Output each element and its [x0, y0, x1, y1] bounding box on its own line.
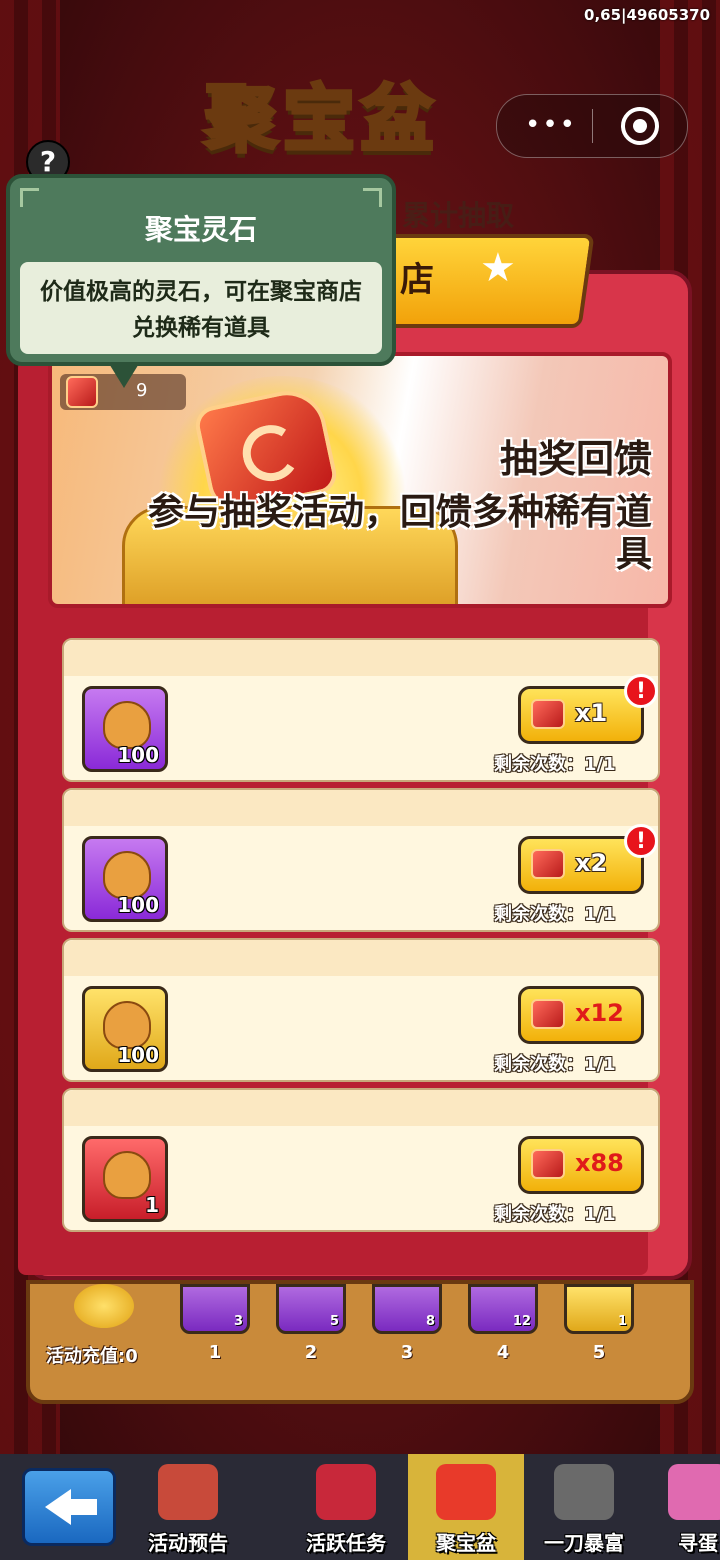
- buy-cost: x12: [575, 999, 624, 1027]
- tooltip-corner-decoration: [363, 188, 382, 207]
- nav-label: 寻蛋: [678, 1531, 718, 1555]
- item-count: 100: [117, 1043, 159, 1067]
- milestone-reward[interactable]: 8: [372, 1284, 442, 1334]
- bottom-nav: 活动预告 活跃任务 聚宝盆 一刀暴富 寻蛋: [0, 1454, 720, 1560]
- nav-label: 聚宝盆: [436, 1531, 496, 1555]
- buy-button[interactable]: x12: [518, 986, 644, 1044]
- milestone-count: 12: [512, 1314, 531, 1329]
- mini-program-capsule: •••: [496, 94, 688, 158]
- milestone-number: 3: [400, 1342, 414, 1363]
- nav-label: 一刀暴富: [544, 1531, 624, 1555]
- spirit-stone-icon: [531, 1149, 565, 1179]
- nav-label: 活动预告: [148, 1531, 228, 1555]
- alert-badge-icon: !: [624, 674, 658, 708]
- back-arrow-icon: [45, 1489, 71, 1525]
- row-header: [64, 940, 658, 976]
- milestone-count: 5: [329, 1314, 339, 1329]
- buy-cost: x88: [575, 1149, 624, 1177]
- calendar-icon: [158, 1464, 218, 1520]
- banner-description: 参与抽奖活动，回馈多种稀有道具: [147, 492, 652, 575]
- milestone-reward[interactable]: 12: [468, 1284, 538, 1334]
- milestone-number: 5: [592, 1342, 606, 1363]
- buy-cost: x2: [575, 849, 608, 877]
- recharge-label: 活动充值:0: [46, 1346, 138, 1367]
- milestone-reward[interactable]: 3: [180, 1284, 250, 1334]
- tooltip-body: 价值极高的灵石，可在聚宝商店兑换稀有道具: [20, 262, 382, 354]
- nav-item[interactable]: 活跃任务: [288, 1454, 404, 1560]
- money-bag-icon: [103, 701, 151, 749]
- spirit-stone-icon: [66, 376, 98, 408]
- tooltip-corner-decoration: [20, 188, 39, 207]
- shop-item-row: 100 x12 剩余次数：1/1: [62, 938, 660, 1082]
- spirit-stone-icon: [531, 999, 565, 1029]
- nav-label: 活跃任务: [306, 1531, 386, 1555]
- milestone-number: 4: [496, 1342, 510, 1363]
- milestone-reward[interactable]: 1: [564, 1284, 634, 1334]
- back-arrow-shaft: [69, 1499, 97, 1515]
- shop-item-row: 100 x2 剩余次数：1/1!: [62, 788, 660, 932]
- egg-icon: [668, 1464, 720, 1520]
- item-icon[interactable]: 100: [82, 986, 168, 1072]
- milestone-count: 1: [617, 1314, 627, 1329]
- tooltip-description: 价值极高的灵石，可在聚宝商店兑换稀有道具: [40, 279, 362, 341]
- alert-badge-icon: !: [624, 824, 658, 858]
- spirit-stone-icon: [531, 699, 565, 729]
- tooltip-pointer: [108, 362, 140, 388]
- cumulative-label: 累计抽取: [402, 199, 515, 232]
- character-icon: [103, 1151, 151, 1199]
- game-title: 聚宝盆: [203, 75, 440, 163]
- item-icon[interactable]: 1: [82, 1136, 168, 1222]
- close-icon[interactable]: [621, 107, 659, 145]
- task-icon: [316, 1464, 376, 1520]
- milestone-number: 1: [208, 1342, 222, 1363]
- shop-item-row: 100 x1 剩余次数：1/1!: [62, 638, 660, 782]
- gold-coin-icon: [74, 1284, 134, 1328]
- remaining-count: 剩余次数：1/1: [494, 904, 616, 925]
- milestone-number: 2: [304, 1342, 318, 1363]
- star-icon: ★: [480, 245, 516, 291]
- shop-item-row: 1 x88 剩余次数：1/1: [62, 1088, 660, 1232]
- capsule-divider: [592, 109, 593, 143]
- more-icon[interactable]: •••: [521, 112, 581, 138]
- buy-cost: x1: [575, 699, 608, 727]
- milestone-reward[interactable]: 5: [276, 1284, 346, 1334]
- remaining-count: 剩余次数：1/1: [494, 1204, 616, 1225]
- nav-item[interactable]: 一刀暴富: [526, 1454, 642, 1560]
- recharge-progress: 活动充值:0 3 1 5 2 8 3 12 4 1 5: [26, 1280, 694, 1404]
- row-header: [64, 640, 658, 676]
- tooltip-title: 聚宝灵石: [144, 213, 257, 246]
- treasure-bowl-icon: [436, 1464, 496, 1520]
- item-count: 100: [117, 743, 159, 767]
- shop-title: 店: [400, 260, 434, 300]
- banner-title: 抽奖回馈: [499, 437, 652, 481]
- nav-item[interactable]: 聚宝盆: [408, 1454, 524, 1560]
- remaining-count: 剩余次数：1/1: [494, 754, 616, 775]
- item-count: 1: [145, 1193, 159, 1217]
- item-count: 100: [117, 893, 159, 917]
- nav-item[interactable]: 寻蛋: [640, 1454, 720, 1560]
- treasure-chest-icon: [103, 1001, 151, 1049]
- spirit-stone-icon: [531, 849, 565, 879]
- knife-icon: [554, 1464, 614, 1520]
- back-button[interactable]: [22, 1468, 116, 1546]
- buy-button[interactable]: x88: [518, 1136, 644, 1194]
- item-icon[interactable]: 100: [82, 686, 168, 772]
- remaining-count: 剩余次数：1/1: [494, 1054, 616, 1075]
- money-bag-icon: [103, 851, 151, 899]
- item-icon[interactable]: 100: [82, 836, 168, 922]
- id-text: 0,65|49605370: [584, 6, 710, 24]
- nav-item[interactable]: 活动预告: [130, 1454, 246, 1560]
- milestone-count: 8: [425, 1314, 435, 1329]
- row-header: [64, 790, 658, 826]
- milestone-count: 3: [233, 1314, 243, 1329]
- row-header: [64, 1090, 658, 1126]
- tooltip: 聚宝灵石 价值极高的灵石，可在聚宝商店兑换稀有道具: [6, 174, 396, 366]
